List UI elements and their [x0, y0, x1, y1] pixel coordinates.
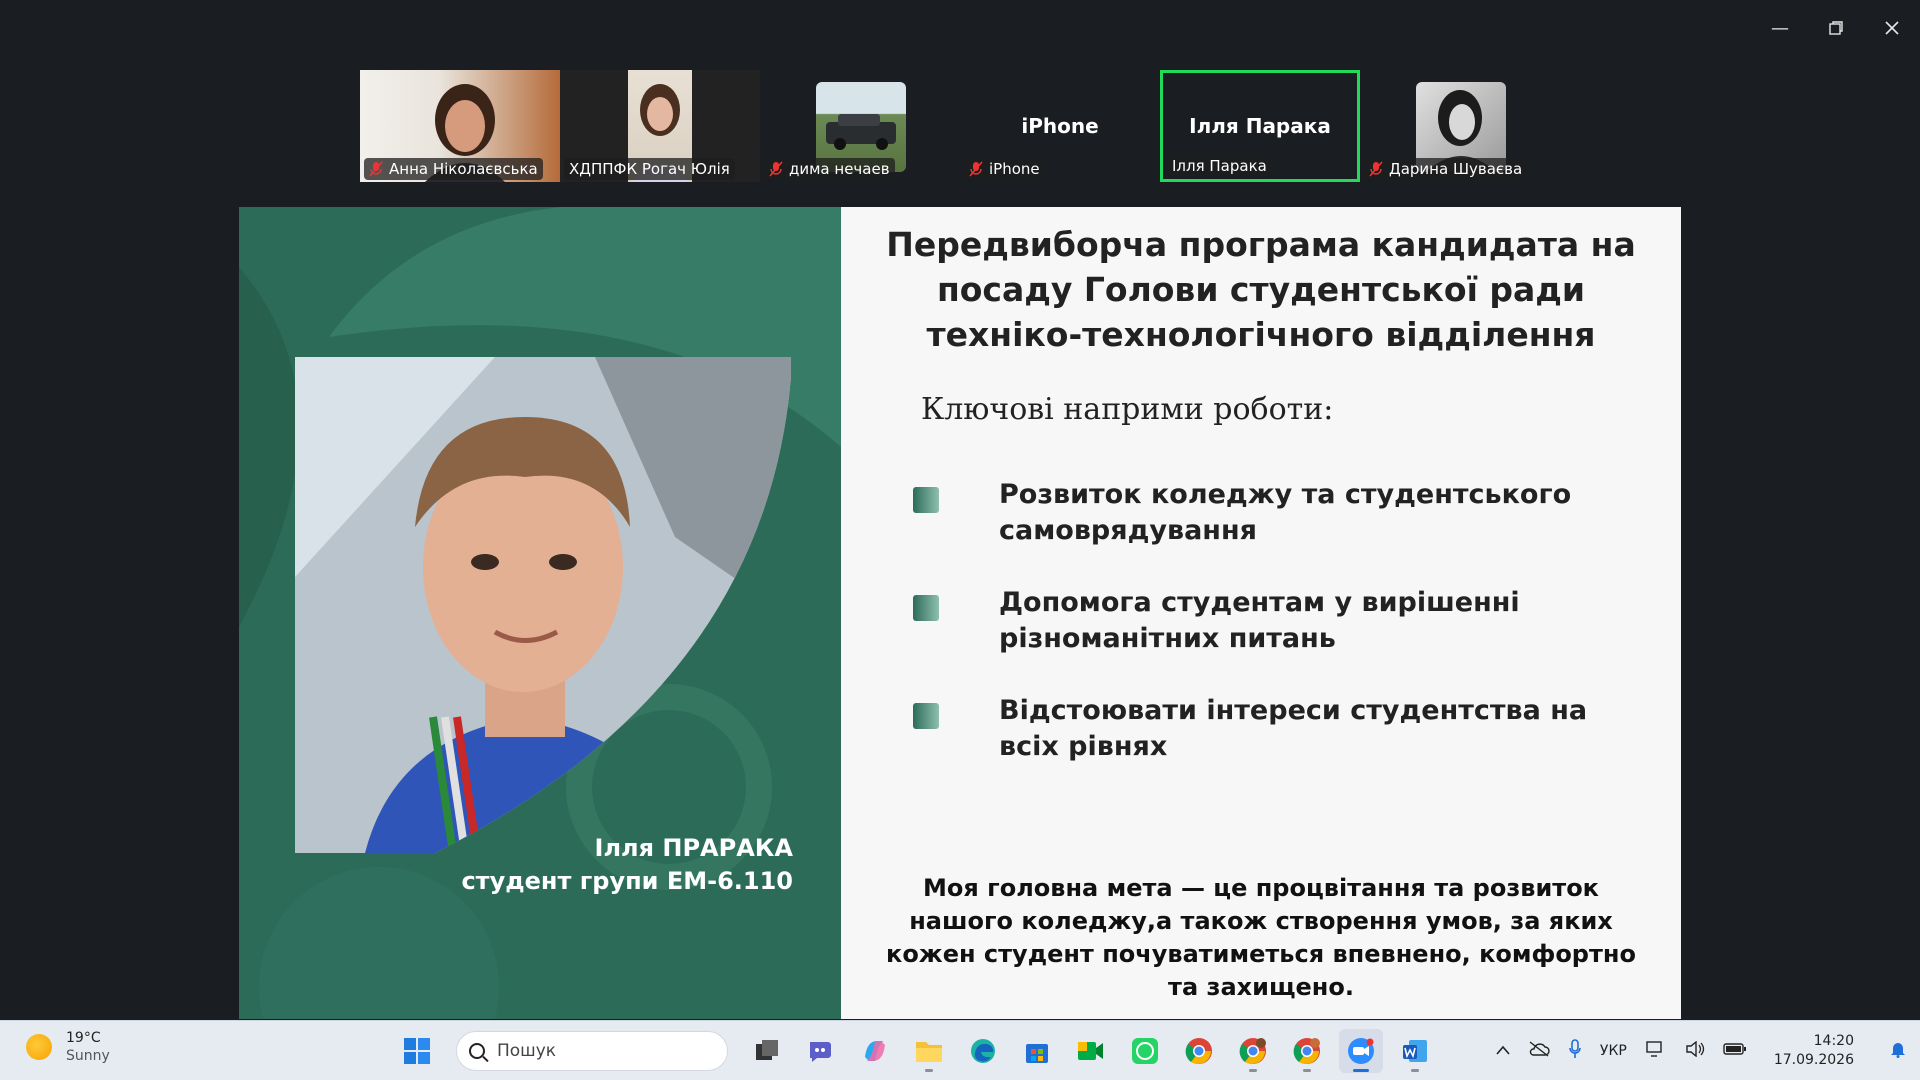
microphone-icon[interactable] — [1568, 1039, 1582, 1063]
mic-muted-icon — [769, 161, 783, 177]
weather-condition: Sunny — [66, 1048, 110, 1064]
running-indicator — [925, 1069, 933, 1072]
bullet-item: Відстоювати інтереси студентства на всіх… — [913, 693, 1599, 765]
participant-name: iPhone — [964, 158, 1045, 180]
candidate-name: Ілля ПРАРАКА — [594, 834, 793, 862]
clock-time: 14:20 — [1813, 1033, 1854, 1049]
shared-screen-slide: Ілля ПРАРАКА студент групи ЕМ-6.110 Пере… — [239, 207, 1681, 1019]
teams-chat-icon[interactable] — [799, 1029, 843, 1073]
weather-temperature: 19°C — [66, 1030, 101, 1046]
edge-icon[interactable] — [961, 1029, 1005, 1073]
running-indicator — [1303, 1069, 1311, 1072]
bullet-list: Розвиток коледжу та студентського самовр… — [913, 477, 1599, 801]
mic-muted-icon — [969, 161, 983, 177]
candidate-caption: Ілля ПРАРАКА студент групи ЕМ-6.110 — [461, 832, 793, 898]
participant-tile[interactable]: ХДППФК Рогач Юлія — [560, 70, 760, 182]
candidate-group: студент групи ЕМ-6.110 — [461, 867, 793, 895]
restore-icon[interactable] — [1808, 10, 1864, 46]
bullet-marker-icon — [913, 595, 939, 621]
word-icon[interactable] — [1393, 1029, 1437, 1073]
file-explorer-icon[interactable] — [907, 1029, 951, 1073]
clock-date: 17.09.2026 — [1773, 1052, 1854, 1068]
weather-widget[interactable]: 19°C Sunny — [26, 1029, 110, 1065]
slide-subheading: Ключові наприми роботи: — [921, 392, 1334, 427]
participant-display-name: Ілля Парака — [1189, 114, 1331, 138]
start-button[interactable] — [395, 1029, 439, 1073]
meet-icon[interactable] — [1069, 1029, 1113, 1073]
slide-goal-statement: Моя головна мета — це процвітання та роз… — [886, 874, 1636, 1001]
search-icon — [469, 1043, 485, 1059]
whatsapp-icon[interactable] — [1123, 1029, 1167, 1073]
running-indicator — [1411, 1069, 1419, 1072]
participant-name: Ілля Парака — [1167, 155, 1272, 177]
network-icon[interactable] — [1645, 1040, 1667, 1062]
participant-tile[interactable]: дима нечаев — [760, 70, 960, 182]
cloud-off-icon[interactable] — [1528, 1041, 1550, 1061]
taskbar: 19°C Sunny Пошук УКР 14:20 17.09.2026 — [0, 1020, 1920, 1080]
participant-name: ХДППФК Рогач Юлія — [564, 158, 735, 180]
participant-name: Дарина Шуваєва — [1364, 158, 1528, 180]
close-icon[interactable] — [1864, 10, 1920, 46]
slide-text-panel: Передвиборча програма кандидата на посад… — [841, 207, 1681, 1019]
chrome-profile-icon[interactable] — [1285, 1029, 1329, 1073]
chrome-profile-icon[interactable] — [1231, 1029, 1275, 1073]
copilot-icon[interactable] — [853, 1029, 897, 1073]
clock[interactable]: 14:20 17.09.2026 — [1765, 1032, 1863, 1070]
participant-display-name: iPhone — [1021, 114, 1099, 138]
participant-strip: Анна Ніколаєвська ХДППФК Рогач Юлія дима… — [360, 70, 1560, 182]
minimize-icon[interactable]: — — [1752, 10, 1808, 46]
battery-icon[interactable] — [1723, 1042, 1747, 1060]
slide-photo-panel: Ілля ПРАРАКА студент групи ЕМ-6.110 — [239, 207, 841, 1019]
bullet-marker-icon — [913, 487, 939, 513]
store-icon[interactable] — [1015, 1029, 1059, 1073]
search-placeholder: Пошук — [497, 1041, 557, 1061]
active-indicator — [1353, 1069, 1369, 1072]
chrome-icon[interactable] — [1177, 1029, 1221, 1073]
bullet-marker-icon — [913, 703, 939, 729]
mic-muted-icon — [369, 161, 383, 177]
window-controls: — — [1752, 10, 1920, 46]
bullet-item: Допомога студентам у вирішенні різномані… — [913, 585, 1599, 657]
participant-tile[interactable]: Дарина Шуваєва — [1360, 70, 1560, 182]
zoom-icon[interactable] — [1339, 1029, 1383, 1073]
participant-name: Анна Ніколаєвська — [364, 158, 543, 180]
participant-tile-active-speaker[interactable]: Ілля Парака Ілля Парака — [1160, 70, 1360, 182]
sun-icon — [26, 1034, 52, 1060]
notification-bell-icon[interactable] — [1890, 1040, 1906, 1062]
language-indicator[interactable]: УКР — [1600, 1043, 1627, 1059]
candidate-photo — [295, 357, 791, 853]
running-indicator — [1249, 1069, 1257, 1072]
participant-name: дима нечаев — [764, 158, 895, 180]
participant-tile[interactable]: iPhone iPhone — [960, 70, 1160, 182]
task-view-icon[interactable] — [745, 1029, 789, 1073]
taskbar-search[interactable]: Пошук — [456, 1031, 728, 1071]
system-tray: УКР 14:20 17.09.2026 — [1487, 1021, 1920, 1080]
taskbar-apps: Пошук — [390, 1029, 1442, 1073]
participant-tile[interactable]: Анна Ніколаєвська — [360, 70, 560, 182]
chevron-up-icon[interactable] — [1496, 1043, 1510, 1059]
volume-icon[interactable] — [1685, 1040, 1705, 1061]
slide-title: Передвиборча програма кандидата на посад… — [886, 225, 1636, 354]
bullet-item: Розвиток коледжу та студентського самовр… — [913, 477, 1599, 549]
mic-muted-icon — [1369, 161, 1383, 177]
